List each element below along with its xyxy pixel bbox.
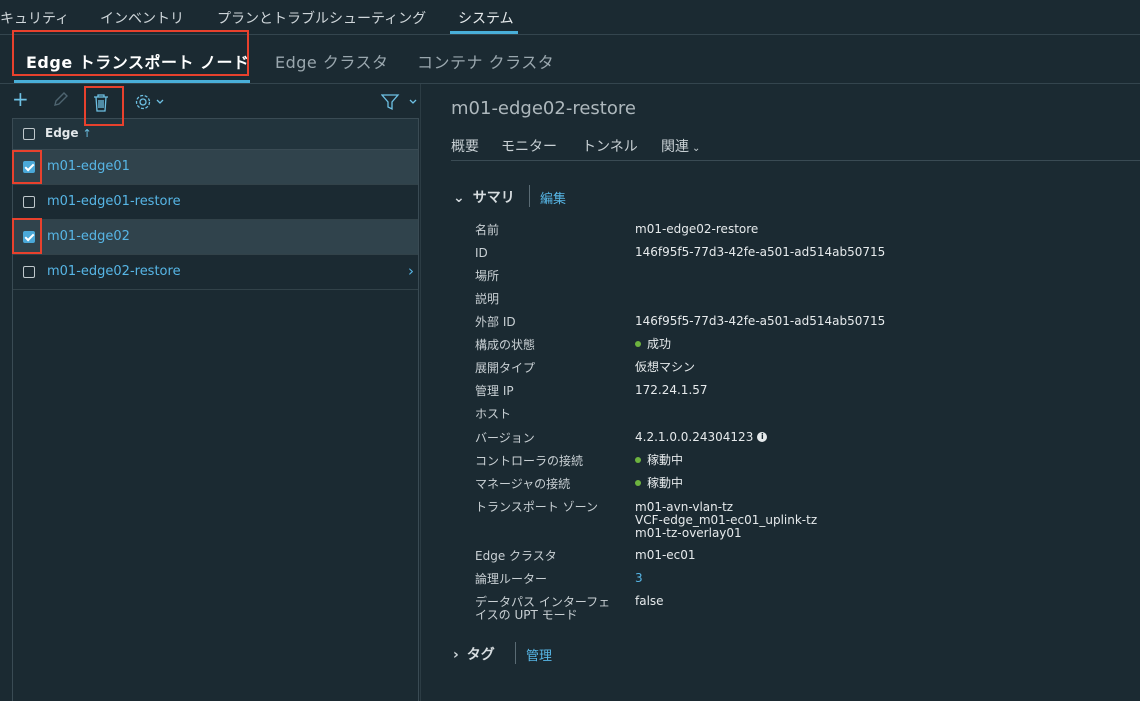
- panel-divider: [420, 84, 421, 701]
- sort-asc-icon: ↑: [82, 127, 92, 140]
- chevron-right-icon[interactable]: ›: [408, 262, 414, 280]
- column-header-label: Edge: [45, 126, 79, 140]
- row-link[interactable]: m01-edge02-restore: [47, 264, 181, 279]
- left-panel: + Edge ↑ m01-edge01 m01-edge01-restore m…: [0, 84, 420, 701]
- prop-ctrl-value: 稼動中: [635, 454, 683, 467]
- select-all-checkbox[interactable]: [23, 128, 35, 140]
- prop-extid-value: 146f95f5-77d3-42fe-a501-ad514ab50715: [635, 314, 886, 328]
- nav-system[interactable]: システム: [458, 8, 514, 28]
- row-link[interactable]: m01-edge01: [47, 159, 130, 174]
- info-icon[interactable]: i: [757, 431, 768, 442]
- tab-related[interactable]: 関連 ⌄: [661, 136, 700, 156]
- tags-title: タグ: [466, 647, 495, 663]
- prop-label: 説明: [475, 292, 500, 306]
- prop-label: 展開タイプ: [475, 361, 536, 375]
- summary-title: サマリ: [472, 190, 515, 206]
- prop-label: 場所: [475, 269, 500, 283]
- filter-icon[interactable]: [380, 93, 419, 116]
- table-row[interactable]: m01-edge01: [13, 150, 418, 185]
- prop-label: 外部 ID: [475, 315, 516, 329]
- prop-upt-value: false: [635, 594, 664, 608]
- status-text: 稼動中: [647, 453, 684, 467]
- add-icon[interactable]: +: [12, 89, 29, 109]
- section-separator: [515, 642, 516, 664]
- highlight-box-row1: [12, 150, 42, 184]
- edit-icon: [52, 90, 70, 113]
- summary-section-toggle[interactable]: ⌄ サマリ: [453, 187, 515, 207]
- row-checkbox[interactable]: [23, 196, 35, 208]
- prop-id-value: 146f95f5-77d3-42fe-a501-ad514ab50715: [635, 245, 886, 259]
- highlight-box-delete: [84, 86, 124, 126]
- subtab-active-indicator: [14, 80, 250, 83]
- column-header-edge[interactable]: Edge ↑: [45, 126, 92, 140]
- highlight-box-tab: [12, 30, 249, 76]
- table-row[interactable]: m01-edge02-restore ›: [13, 255, 418, 290]
- row-checkbox[interactable]: [23, 266, 35, 278]
- grid-toolbar: +: [0, 84, 420, 118]
- manage-tags-link[interactable]: 管理: [526, 645, 552, 664]
- nav-inventory[interactable]: インベントリ: [100, 8, 184, 28]
- prop-label: ID: [475, 246, 488, 260]
- nav-active-indicator: [450, 31, 518, 34]
- chevron-down-icon: ⌄: [453, 190, 465, 206]
- status-ok-icon: [635, 456, 641, 463]
- status-ok-icon: [635, 479, 641, 486]
- chevron-right-icon: ›: [453, 647, 459, 663]
- prop-deploy-value: 仮想マシン: [635, 360, 696, 374]
- edit-link[interactable]: 編集: [540, 188, 566, 207]
- row-link[interactable]: m01-edge01-restore: [47, 194, 181, 209]
- nav-plan-troubleshooting[interactable]: プランとトラブルシューティング: [217, 8, 426, 28]
- prop-label: 構成の状態: [475, 338, 536, 352]
- prop-label: トランスポート ゾーン: [475, 500, 598, 514]
- chevron-down-icon: ⌄: [692, 143, 701, 154]
- gear-icon[interactable]: [134, 93, 164, 116]
- grid-header: Edge ↑: [13, 119, 418, 150]
- status-ok-icon: [635, 340, 641, 347]
- prop-tz-value-3: m01-tz-overlay01: [635, 526, 742, 540]
- tab-container-clusters[interactable]: コンテナ クラスタ: [417, 49, 554, 73]
- highlight-box-row3: [12, 218, 42, 254]
- prop-label: 管理 IP: [475, 384, 514, 398]
- tab-related-label: 関連: [661, 139, 689, 155]
- row-link[interactable]: m01-edge02: [47, 229, 130, 244]
- prop-cluster-value: m01-ec01: [635, 548, 696, 562]
- version-text: 4.2.1.0.0.24304123: [635, 430, 754, 444]
- prop-label: Edge クラスタ: [475, 549, 557, 563]
- prop-label: バージョン: [475, 431, 535, 445]
- detail-title: m01-edge02-restore: [451, 98, 636, 119]
- prop-mgmtip-value: 172.24.1.57: [635, 383, 708, 397]
- prop-name-value: m01-edge02-restore: [635, 222, 759, 236]
- prop-config-value: 成功: [635, 338, 671, 351]
- prop-version-value: 4.2.1.0.0.24304123 i: [635, 430, 768, 444]
- prop-label: データパス インターフェ: [475, 595, 611, 609]
- prop-label: ホスト: [475, 407, 512, 421]
- section-separator: [529, 185, 530, 207]
- prop-mgr-value: 稼動中: [635, 477, 683, 490]
- tab-overview[interactable]: 概要: [451, 136, 479, 156]
- tab-edge-clusters[interactable]: Edge クラスタ: [275, 49, 389, 73]
- status-text: 成功: [647, 337, 672, 351]
- tab-monitor[interactable]: モニター: [501, 136, 557, 156]
- prop-label: コントローラの接続: [475, 454, 584, 468]
- prop-label: 論理ルーター: [475, 572, 548, 586]
- detail-tabs: 概要 モニター トンネル 関連 ⌄: [451, 136, 1140, 161]
- prop-router-link[interactable]: 3: [635, 572, 643, 585]
- tags-section-toggle[interactable]: › タグ: [453, 644, 495, 664]
- prop-label: 名前: [475, 223, 500, 237]
- table-row[interactable]: m01-edge01-restore: [13, 185, 418, 220]
- edge-grid: Edge ↑ m01-edge01 m01-edge01-restore m01-…: [12, 118, 419, 701]
- table-row[interactable]: m01-edge02: [13, 220, 418, 255]
- status-text: 稼動中: [647, 476, 684, 490]
- nav-security[interactable]: キュリティ: [0, 8, 69, 28]
- prop-label: マネージャの接続: [475, 477, 571, 491]
- prop-label: イスの UPT モード: [475, 608, 578, 622]
- tab-tunnel[interactable]: トンネル: [582, 136, 638, 156]
